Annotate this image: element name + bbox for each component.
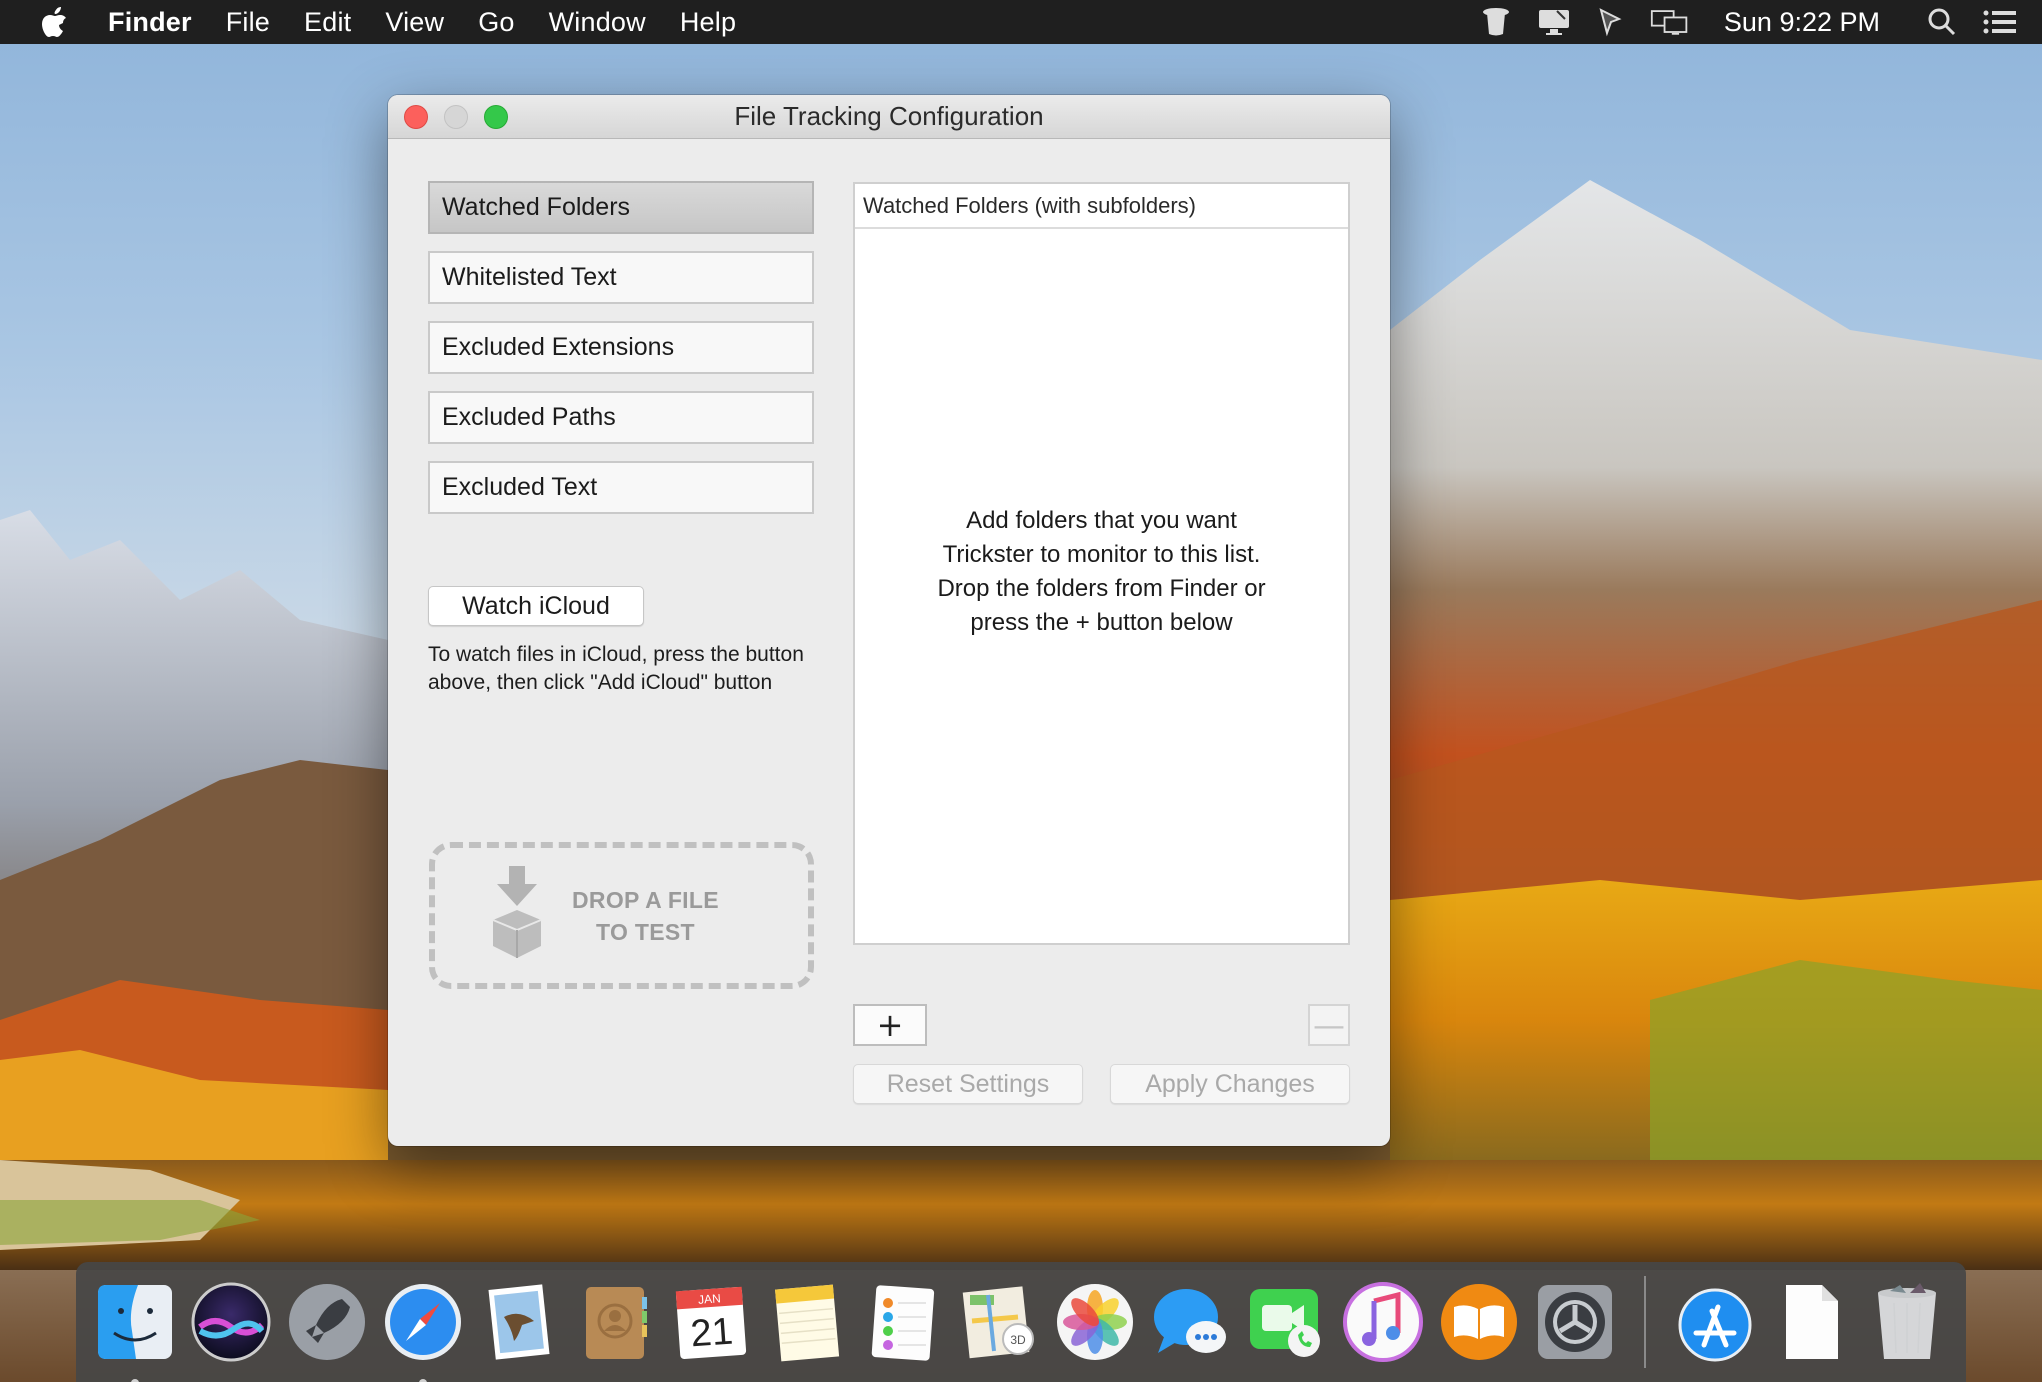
magic-hat-icon[interactable] (1476, 5, 1516, 39)
screens-icon[interactable] (1650, 5, 1690, 39)
empty-message-line: Drop the folders from Finder or (937, 575, 1266, 602)
spotlight-icon[interactable] (1922, 5, 1962, 39)
list-empty-message: Add folders that you want Trickster to m… (855, 504, 1348, 640)
add-folder-button[interactable]: + (853, 1004, 927, 1046)
dock-photos[interactable] (1054, 1281, 1136, 1363)
empty-message-line: Trickster to monitor to this list. (942, 541, 1261, 568)
list-column-header[interactable]: Watched Folders (with subfolders) (855, 184, 1348, 229)
tab-excluded-extensions[interactable]: Excluded Extensions (428, 321, 814, 374)
menu-bar: Finder File Edit View Go Window Help Sun… (0, 0, 2042, 44)
reminders-icon (871, 1285, 935, 1361)
calendar-day: 21 (689, 1311, 734, 1356)
dock-launchpad[interactable] (286, 1281, 368, 1363)
tab-excluded-text[interactable]: Excluded Text (428, 461, 814, 514)
dock-separator (1644, 1276, 1646, 1368)
menu-help[interactable]: Help (680, 7, 736, 38)
watched-folders-list[interactable]: Watched Folders (with subfolders) Add fo… (853, 182, 1350, 945)
photos-icon (1057, 1284, 1133, 1360)
ibooks-icon (1441, 1284, 1517, 1360)
dock-app-store[interactable] (1674, 1281, 1756, 1363)
category-tabs: Watched Folders Whitelisted Text Exclude… (428, 181, 814, 531)
dock-facetime[interactable] (1246, 1281, 1328, 1363)
menu-view[interactable]: View (385, 7, 444, 38)
drop-file-zone[interactable]: DROP A FILE TO TEST (429, 842, 814, 989)
apple-logo-icon[interactable] (40, 5, 70, 39)
notification-center-icon[interactable] (1980, 5, 2020, 39)
screenshot-cursor-icon[interactable] (1592, 5, 1632, 39)
dock: JAN 21 3D (76, 1262, 1966, 1382)
dock-document[interactable] (1770, 1281, 1852, 1363)
finder-icon (98, 1285, 172, 1359)
menu-window[interactable]: Window (549, 7, 646, 38)
launchpad-icon (289, 1284, 365, 1360)
calendar-month: JAN (698, 1291, 722, 1307)
dock-notes[interactable] (766, 1281, 848, 1363)
maps-icon: 3D (962, 1286, 1034, 1359)
dock-itunes[interactable] (1342, 1281, 1424, 1363)
menu-app-name[interactable]: Finder (108, 7, 192, 38)
menu-clock[interactable]: Sun 9:22 PM (1724, 7, 1880, 38)
dock-messages[interactable] (1150, 1281, 1232, 1363)
dock-maps[interactable]: 3D (958, 1281, 1040, 1363)
window-titlebar[interactable]: File Tracking Configuration (388, 95, 1390, 139)
dock-siri[interactable] (190, 1281, 272, 1363)
drop-file-icon (487, 865, 547, 966)
tab-whitelisted-text[interactable]: Whitelisted Text (428, 251, 814, 304)
dock-finder[interactable] (94, 1281, 176, 1382)
empty-message-line: Add folders that you want (966, 507, 1237, 534)
window-title: File Tracking Configuration (734, 101, 1044, 131)
menu-go[interactable]: Go (478, 7, 514, 38)
icloud-help-text: To watch files in iCloud, press the butt… (428, 643, 804, 694)
contacts-icon (586, 1287, 647, 1359)
apply-changes-button[interactable]: Apply Changes (1110, 1064, 1350, 1104)
notes-icon (775, 1284, 840, 1362)
drop-label-line2: TO TEST (596, 918, 695, 945)
reset-settings-button[interactable]: Reset Settings (853, 1064, 1083, 1104)
tab-excluded-paths[interactable]: Excluded Paths (428, 391, 814, 444)
system-preferences-icon (1538, 1285, 1612, 1359)
mail-icon (488, 1284, 550, 1360)
empty-message-line: press the + button below (970, 609, 1233, 636)
tab-watched-folders[interactable]: Watched Folders (428, 181, 814, 234)
menu-edit[interactable]: Edit (304, 7, 351, 38)
drop-label-line1: DROP A FILE (572, 886, 719, 913)
calendar-icon: JAN 21 (675, 1286, 747, 1359)
dock-contacts[interactable] (574, 1281, 656, 1363)
watch-icloud-button[interactable]: Watch iCloud (428, 586, 644, 626)
dock-system-preferences[interactable] (1534, 1281, 1616, 1363)
safari-icon (385, 1284, 461, 1360)
menu-file[interactable]: File (226, 7, 270, 38)
app-store-icon (1678, 1288, 1752, 1362)
dock-calendar[interactable]: JAN 21 (670, 1281, 752, 1363)
document-icon (1786, 1285, 1838, 1359)
file-tracking-window: File Tracking Configuration Watched Fold… (388, 95, 1390, 1146)
dock-safari[interactable] (382, 1281, 464, 1382)
svg-text:3D: 3D (1010, 1333, 1026, 1347)
dock-reminders[interactable] (862, 1281, 944, 1363)
messages-icon (1154, 1289, 1226, 1353)
itunes-icon (1343, 1282, 1423, 1362)
dock-ibooks[interactable] (1438, 1281, 1520, 1363)
siri-icon (191, 1282, 271, 1362)
display-mirroring-icon[interactable] (1534, 5, 1574, 39)
dock-trash[interactable] (1866, 1281, 1948, 1363)
dock-mail[interactable] (478, 1281, 560, 1363)
remove-folder-button[interactable]: — (1308, 1004, 1350, 1046)
facetime-icon (1250, 1289, 1320, 1357)
trash-icon (1878, 1283, 1936, 1359)
